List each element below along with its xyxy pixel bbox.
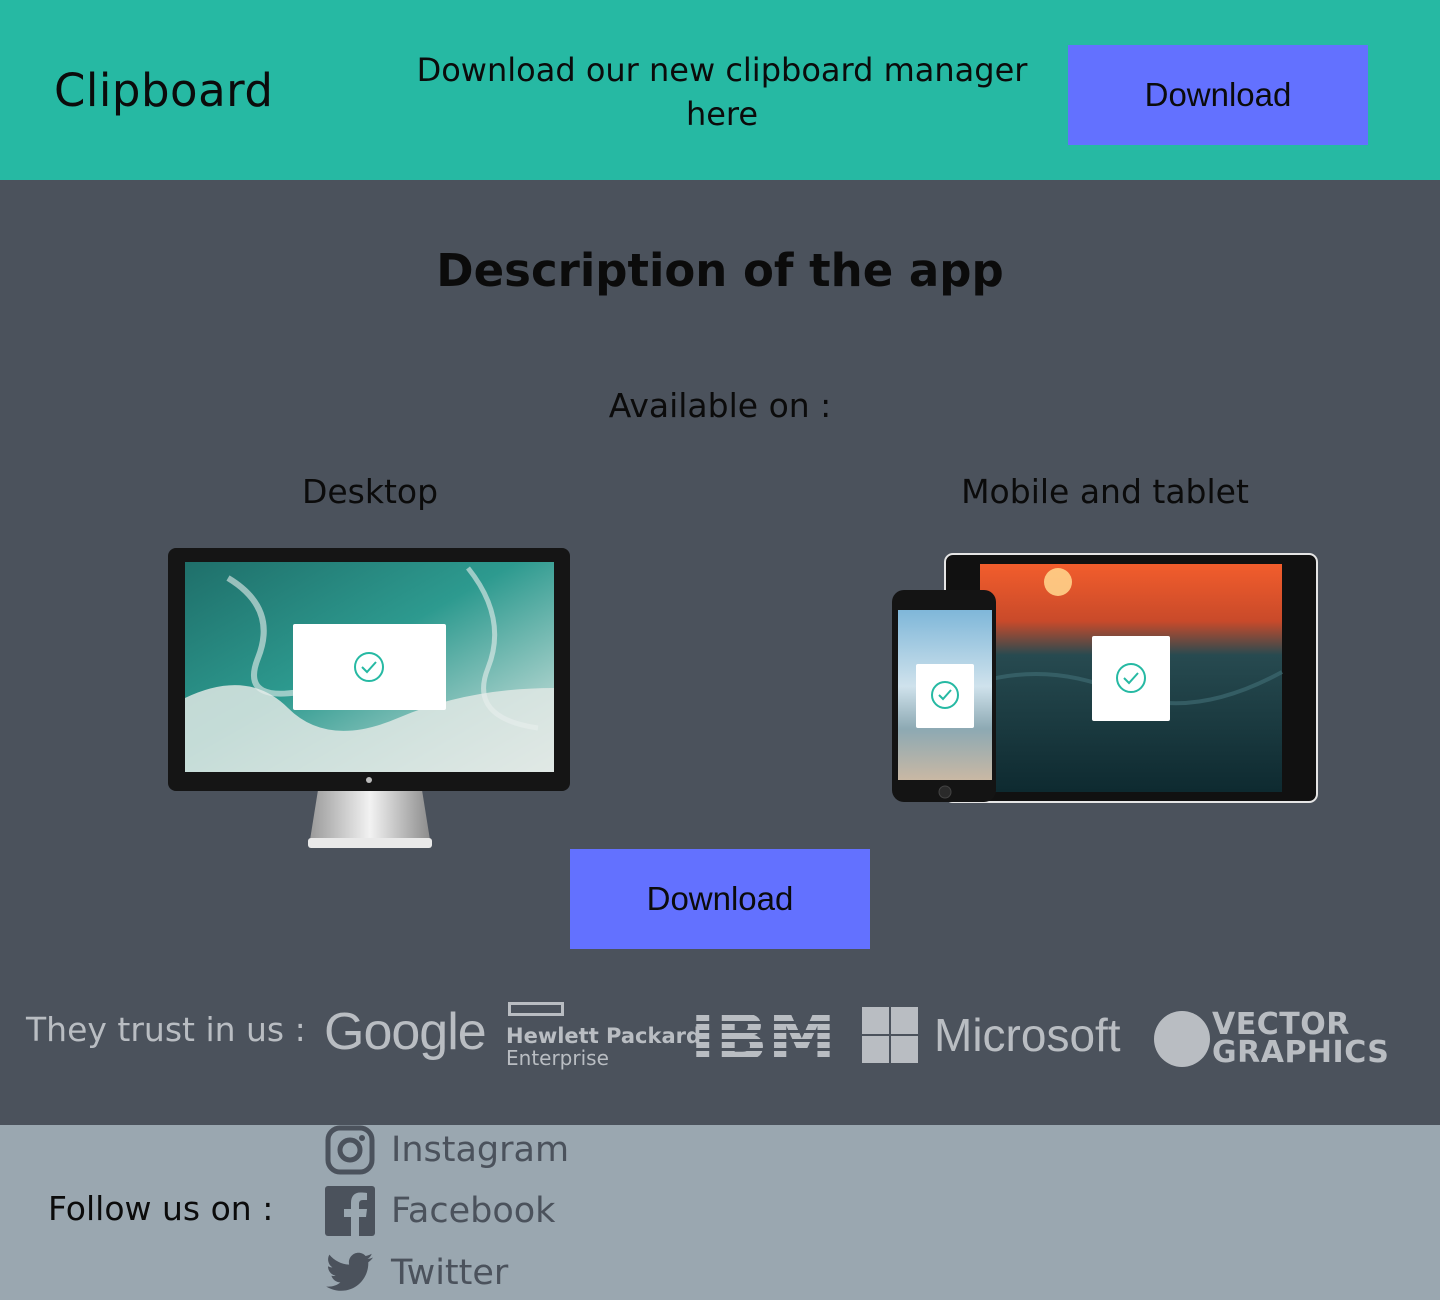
social-label-instagram: Instagram [391,1130,570,1170]
social-link-twitter[interactable]: Twitter [325,1248,508,1298]
platform-label-mobile: Mobile and tablet [961,472,1249,511]
header-download-button[interactable]: Download [1068,45,1368,145]
section-title: Description of the app [436,244,1004,297]
social-label-twitter: Twitter [391,1253,509,1293]
follow-us-label: Follow us on : [48,1189,274,1228]
main-download-button[interactable]: Download [570,849,870,949]
hpe-element-icon [508,1002,564,1016]
ibm-logo-text: IBM [690,1006,836,1064]
vector-graphics-logo: VECTOR GRAPHICS [1154,1010,1389,1068]
brand-logo[interactable]: Clipboard [54,64,273,117]
header-tagline: Download our new clipboard manager here [416,51,1028,133]
trust-label: They trust in us : [26,1010,306,1049]
app-description-section: Description of the app Available on : De… [0,180,1440,1125]
desktop-monitor-image [168,548,570,848]
facebook-icon [325,1186,375,1236]
google-logo: Google [324,1003,487,1061]
instagram-icon [325,1125,375,1175]
hpe-logo: Hewlett Packard Enterprise [506,1000,701,1072]
vector-graphics-line2: GRAPHICS [1212,1035,1390,1070]
social-link-instagram[interactable]: Instagram [325,1125,569,1175]
site-footer: Follow us on : Instagram Facebook Twitte… [0,1125,1440,1300]
ibm-logo: IBM [690,1006,836,1064]
social-link-facebook[interactable]: Facebook [325,1186,555,1236]
site-header: Clipboard Download our new clipboard man… [0,0,1440,180]
available-on-heading: Available on : [608,386,832,425]
twitter-icon [326,1252,373,1291]
hpe-logo-line2: Enterprise [506,1046,609,1070]
social-label-facebook: Facebook [391,1191,556,1231]
vector-graphics-circle-icon [1154,1011,1210,1067]
hpe-logo-line1: Hewlett Packard [506,1024,702,1048]
microsoft-squares-icon [862,1007,918,1063]
microsoft-logo-text: Microsoft [934,1009,1121,1061]
microsoft-logo: Microsoft [862,1007,1121,1063]
mobile-tablet-image [892,553,1318,803]
platform-label-desktop: Desktop [301,472,439,511]
